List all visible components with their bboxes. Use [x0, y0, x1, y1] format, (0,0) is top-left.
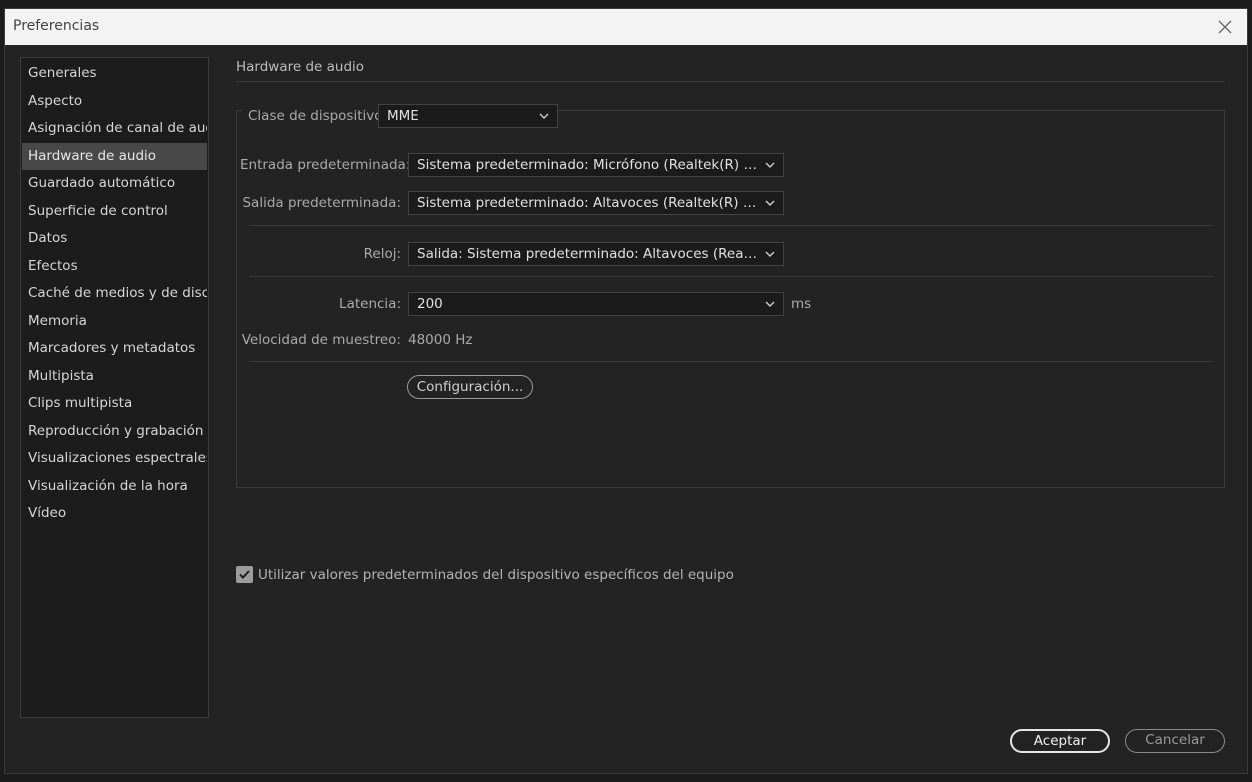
default-input-value: Sistema predeterminado: Micrófono (Realt… [417, 157, 784, 173]
section-divider [236, 81, 1225, 82]
sample-rate-value: 48000 Hz [408, 332, 473, 348]
latency-label: Latencia: [339, 296, 401, 312]
latency-unit: ms [791, 296, 812, 312]
default-output-value: Sistema predeterminado: Altavoces (Realt… [417, 195, 784, 211]
clock-value: Salida: Sistema predeterminado: Altavoce… [417, 246, 784, 262]
sidebar-item-reproduccion-grabacion[interactable]: Reproducción y grabación [22, 418, 207, 446]
sidebar-item-datos[interactable]: Datos [22, 225, 207, 253]
divider [249, 276, 1213, 277]
settings-button[interactable]: Configuración... [407, 375, 533, 399]
clock-label: Reloj: [363, 246, 401, 262]
ok-button[interactable]: Aceptar [1010, 729, 1110, 753]
title-bar: Preferencias [5, 9, 1247, 45]
checkmark-icon [239, 570, 250, 579]
sample-rate-label: Velocidad de muestreo: [241, 332, 401, 348]
device-class-dropdown[interactable]: MME [378, 104, 558, 128]
sidebar-item-aspecto[interactable]: Aspecto [22, 88, 207, 116]
use-defaults-checkbox[interactable] [236, 566, 253, 583]
sidebar-item-visualizacion-hora[interactable]: Visualización de la hora [22, 473, 207, 501]
chevron-down-icon [765, 251, 775, 257]
cancel-button[interactable]: Cancelar [1125, 729, 1225, 753]
default-input-label: Entrada predeterminada: [240, 157, 411, 173]
sidebar-item-memoria[interactable]: Memoria [22, 308, 207, 336]
window-title: Preferencias [13, 18, 100, 34]
chevron-down-icon [765, 200, 775, 206]
chevron-down-icon [765, 301, 775, 307]
default-output-label: Salida predeterminada: [242, 195, 401, 211]
sidebar-item-generales[interactable]: Generales [22, 60, 207, 88]
clock-dropdown[interactable]: Salida: Sistema predeterminado: Altavoce… [408, 242, 784, 266]
sidebar-item-guardado-automatico[interactable]: Guardado automático [22, 170, 207, 198]
default-output-dropdown[interactable]: Sistema predeterminado: Altavoces (Realt… [408, 191, 784, 215]
sidebar-item-superficie-control[interactable]: Superficie de control [22, 198, 207, 226]
chevron-down-icon [765, 162, 775, 168]
device-class-label: Clase de dispositivo: [242, 108, 387, 124]
default-input-dropdown[interactable]: Sistema predeterminado: Micrófono (Realt… [408, 153, 784, 177]
sidebar-item-marcadores-metadatos[interactable]: Marcadores y metadatos [22, 335, 207, 363]
section-title: Hardware de audio [236, 59, 365, 75]
close-icon [1218, 20, 1232, 34]
sidebar-item-efectos[interactable]: Efectos [22, 253, 207, 281]
sidebar-item-video[interactable]: Vídeo [22, 500, 207, 528]
use-defaults-label: Utilizar valores predeterminados del dis… [258, 567, 734, 583]
sidebar-item-asignacion-canal-audio[interactable]: Asignación de canal de audio [22, 115, 207, 143]
device-class-value: MME [387, 108, 419, 124]
divider [249, 361, 1213, 362]
close-button[interactable] [1213, 15, 1237, 39]
latency-dropdown[interactable]: 200 [408, 292, 784, 316]
chevron-down-icon [539, 113, 549, 119]
sidebar-item-visualizaciones-espectrales[interactable]: Visualizaciones espectrales [22, 445, 207, 473]
preferences-category-list: Generales Aspecto Asignación de canal de… [20, 57, 209, 718]
latency-value: 200 [417, 296, 443, 312]
sidebar-item-multipista[interactable]: Multipista [22, 363, 207, 391]
sidebar-item-hardware-audio[interactable]: Hardware de audio [22, 142, 207, 170]
divider [249, 225, 1213, 226]
sidebar-item-cache-medios-disco[interactable]: Caché de medios y de disco [22, 280, 207, 308]
sidebar-item-clips-multipista[interactable]: Clips multipista [22, 390, 207, 418]
